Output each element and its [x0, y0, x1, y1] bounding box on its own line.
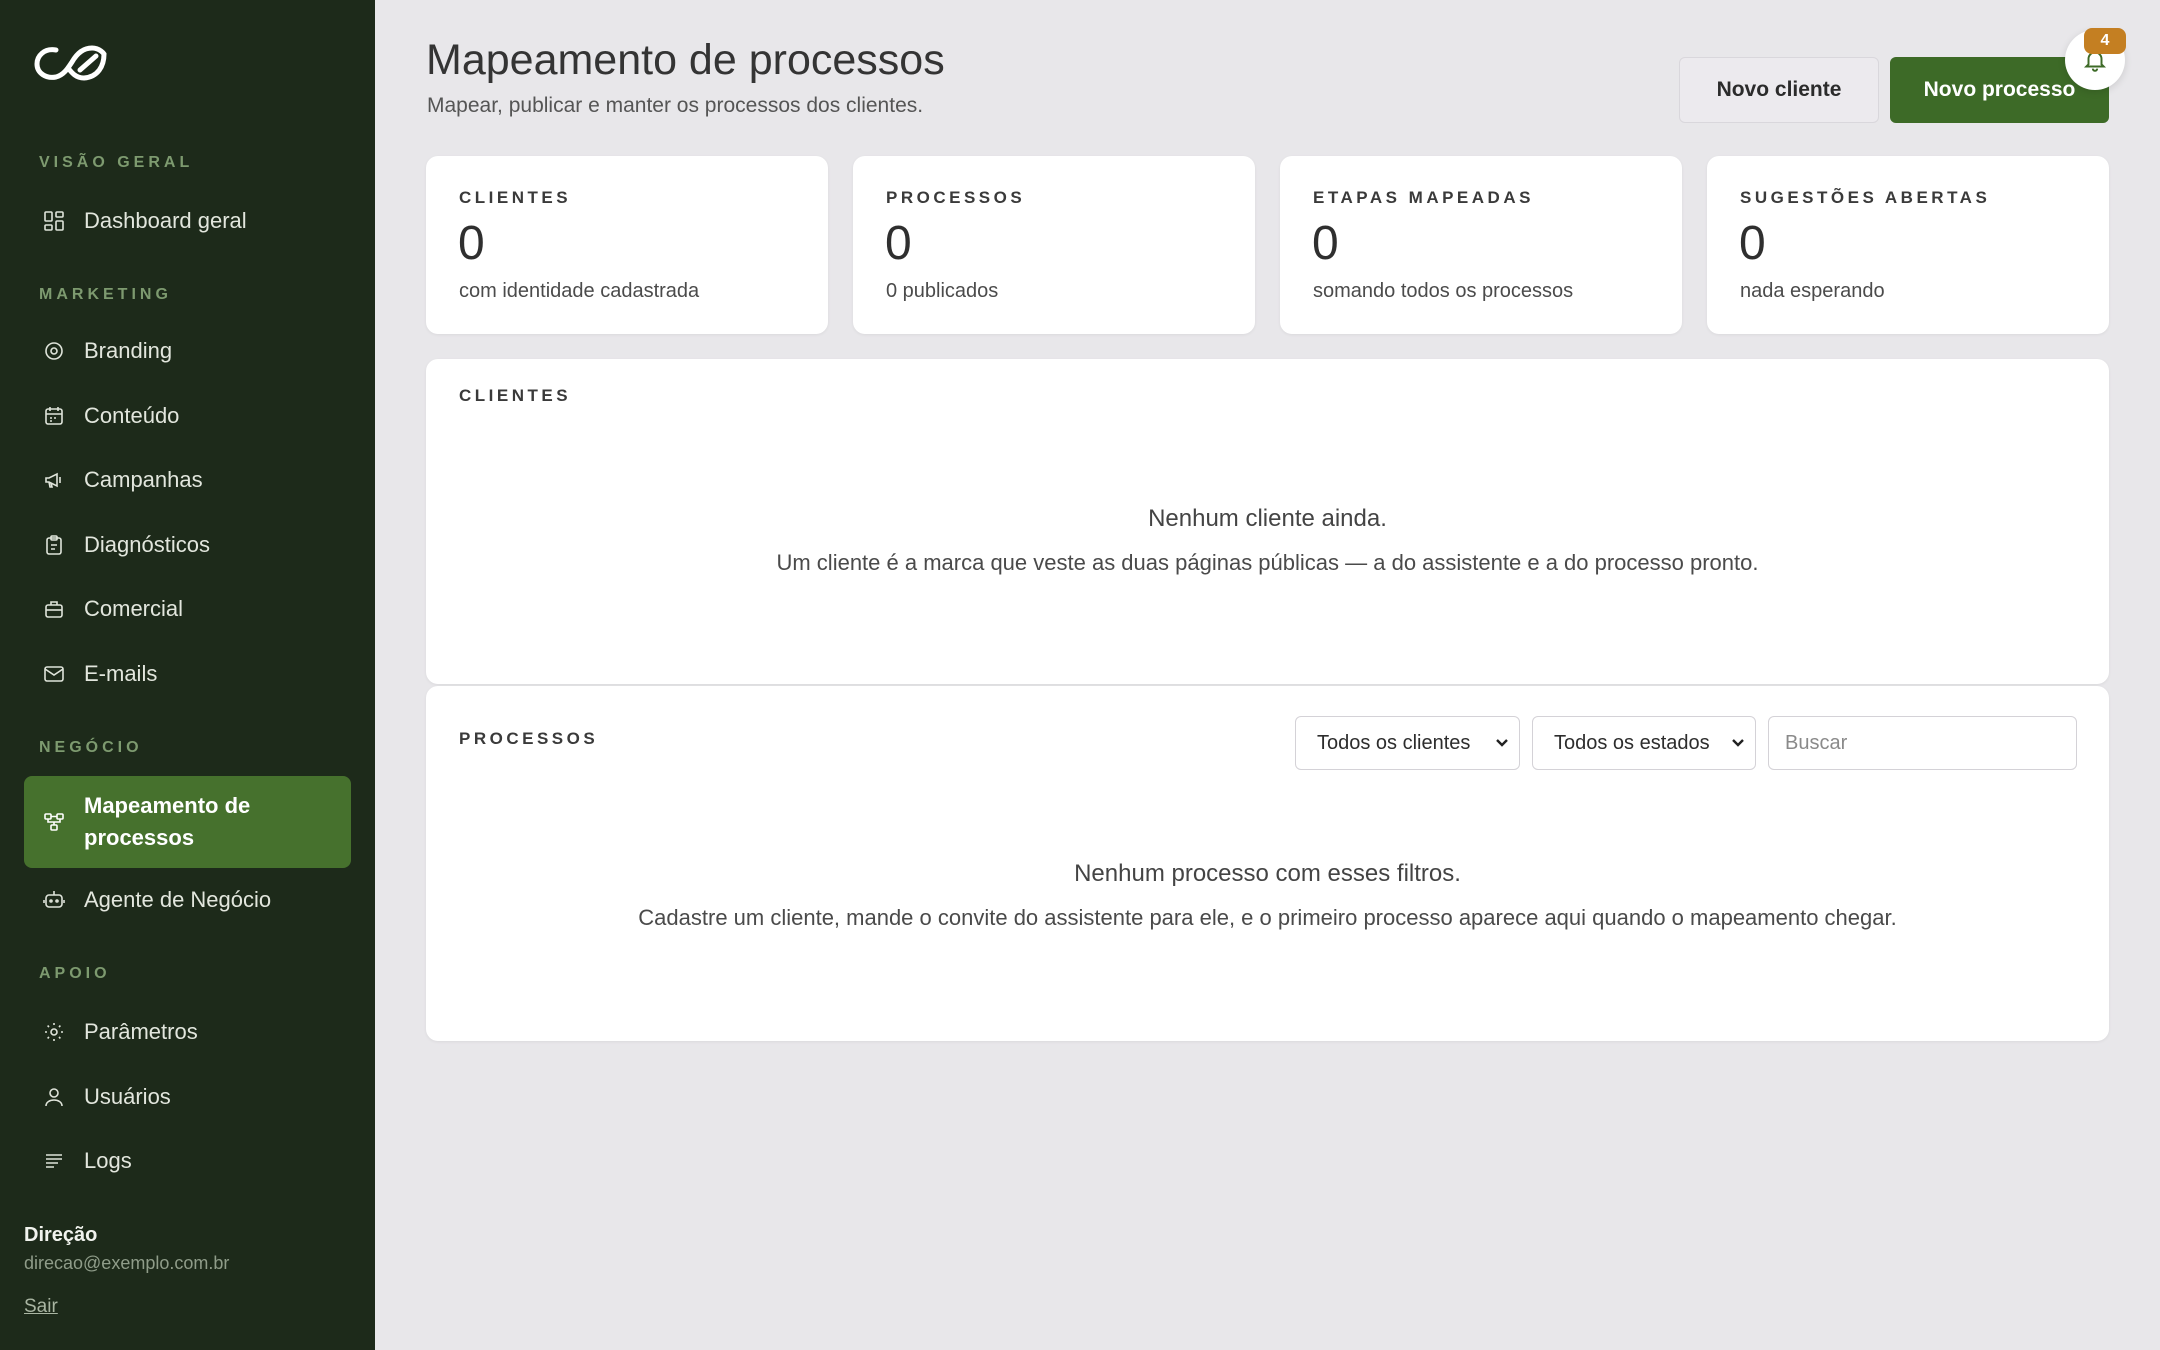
sidebar-item-campanhas[interactable]: Campanhas	[24, 450, 351, 510]
stat-card-etapas-mapeadas: ETAPAS MAPEADAS 0 somando todos os proce…	[1280, 156, 1682, 334]
page-title: Mapeamento de processos	[426, 36, 945, 84]
sidebar-item-label: E-mails	[84, 661, 158, 686]
chevron-down-icon	[1732, 739, 1744, 747]
panel-title: CLIENTES	[459, 386, 572, 405]
stat-subtext: com identidade cadastrada	[459, 280, 700, 302]
stat-value: 0	[458, 217, 485, 270]
empty-state-title: Nenhum cliente ainda.	[1148, 505, 1387, 532]
stat-value: 0	[1312, 217, 1339, 270]
sidebar-item-label: Branding	[84, 338, 173, 363]
client-filter-select[interactable]: Todos os clientes	[1295, 716, 1520, 770]
stat-label: PROCESSOS	[886, 188, 1026, 207]
sidebar-item-parametros[interactable]: Parâmetros	[24, 1002, 351, 1062]
list-icon	[42, 1149, 66, 1173]
notification-count-badge: 4	[2084, 28, 2126, 54]
select-value: Todos os clientes	[1317, 731, 1471, 754]
stat-label: ETAPAS MAPEADAS	[1313, 188, 1534, 207]
calendar-icon	[42, 404, 66, 428]
clipboard-icon	[42, 533, 66, 557]
stat-label: CLIENTES	[459, 188, 572, 207]
workflow-icon	[42, 810, 66, 834]
target-icon	[42, 339, 66, 363]
stat-subtext: 0 publicados	[886, 280, 999, 302]
sidebar-item-mapeamento-de-processos[interactable]: Mapeamento de processos	[24, 776, 351, 868]
stat-label: SUGESTÕES ABERTAS	[1740, 188, 1991, 207]
sidebar-item-conteudo[interactable]: Conteúdo	[24, 386, 351, 446]
section-title-marketing: MARKETING	[39, 286, 172, 303]
stat-card-sugestoes-abertas: SUGESTÕES ABERTAS 0 nada esperando	[1707, 156, 2109, 334]
clients-panel: CLIENTES Nenhum cliente ainda. Um client…	[426, 359, 2109, 684]
sidebar-item-label: Diagnósticos	[84, 532, 210, 557]
empty-state-text: Cadastre um cliente, mande o convite do …	[638, 905, 1897, 930]
sidebar-item-logs[interactable]: Logs	[24, 1131, 351, 1191]
stat-card-processos: PROCESSOS 0 0 publicados	[853, 156, 1255, 334]
user-name: Direção	[24, 1224, 98, 1246]
sidebar-item-branding[interactable]: Branding	[24, 321, 351, 381]
sidebar-item-comercial[interactable]: Comercial	[24, 579, 351, 639]
sidebar-item-label: Dashboard geral	[84, 208, 247, 233]
state-filter-select[interactable]: Todos os estados	[1532, 716, 1756, 770]
empty-state-text: Um cliente é a marca que veste as duas p…	[776, 550, 1759, 575]
chevron-down-icon	[1496, 739, 1508, 747]
user-email: direcao@exemplo.com.br	[24, 1253, 230, 1273]
sidebar-item-label: Mapeamento de processos	[84, 793, 251, 850]
logout-link[interactable]: Sair	[24, 1296, 58, 1318]
sidebar-item-dashboard-geral[interactable]: Dashboard geral	[24, 191, 351, 251]
sidebar-item-diagnosticos[interactable]: Diagnósticos	[24, 515, 351, 575]
sidebar-item-label: Parâmetros	[84, 1019, 198, 1044]
sidebar-item-e-mails[interactable]: E-mails	[24, 644, 351, 704]
processes-panel: PROCESSOS Todos os clientes Todos os est…	[426, 686, 2109, 1041]
stat-subtext: nada esperando	[1740, 280, 1885, 302]
dashboard-grid-icon	[42, 209, 66, 233]
sidebar: VISÃO GERAL Dashboard geral MARKETING Br…	[0, 0, 375, 1350]
sidebar-item-label: Comercial	[84, 596, 184, 621]
select-value: Todos os estados	[1554, 731, 1710, 754]
mail-icon	[42, 662, 66, 686]
new-client-button[interactable]: Novo cliente	[1679, 57, 1879, 123]
stat-value: 0	[1739, 217, 1766, 270]
sidebar-item-agente-de-negocio[interactable]: Agente de Negócio	[24, 870, 351, 930]
sidebar-item-label: Conteúdo	[84, 403, 180, 428]
section-title-visao-geral: VISÃO GERAL	[39, 154, 194, 171]
sidebar-item-label: Agente de Negócio	[84, 887, 272, 912]
leaf-infinity-logo[interactable]	[32, 40, 108, 86]
stat-subtext: somando todos os processos	[1313, 280, 1574, 302]
stat-value: 0	[885, 217, 912, 270]
sidebar-item-usuarios[interactable]: Usuários	[24, 1067, 351, 1127]
megaphone-icon	[42, 468, 66, 492]
sidebar-item-label: Usuários	[84, 1084, 171, 1109]
bot-icon	[42, 888, 66, 912]
section-title-apoio: APOIO	[39, 965, 111, 982]
page-subtitle: Mapear, publicar e manter os processos d…	[427, 94, 924, 117]
sun-icon	[42, 1020, 66, 1044]
stat-card-clientes: CLIENTES 0 com identidade cadastrada	[426, 156, 828, 334]
user-icon	[42, 1085, 66, 1109]
sidebar-item-label: Logs	[84, 1148, 132, 1173]
sidebar-item-label: Campanhas	[84, 467, 203, 492]
search-input[interactable]	[1768, 716, 2077, 770]
panel-title: PROCESSOS	[459, 729, 599, 748]
briefcase-icon	[42, 597, 66, 621]
empty-state-title: Nenhum processo com esses filtros.	[1074, 860, 1461, 887]
section-title-negocio: NEGÓCIO	[39, 739, 143, 756]
